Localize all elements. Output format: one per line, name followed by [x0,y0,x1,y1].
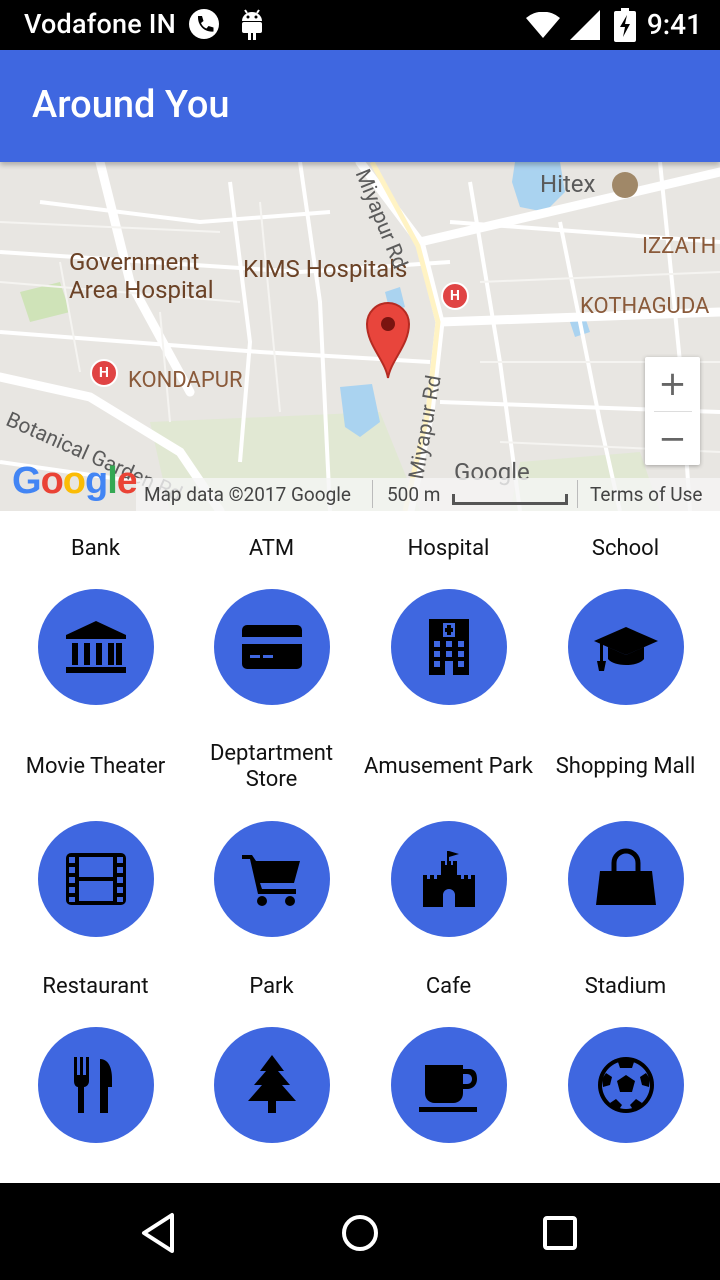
map-scale-label: 500 m [387,483,441,506]
credit-card-icon [241,625,302,669]
attribution-divider [577,480,578,508]
category-button[interactable] [390,821,507,937]
fork-knife-icon [73,1057,112,1113]
map-attribution-bar: Map data ©2017 Google 500 m Terms of Use [136,478,720,511]
category-bank[interactable]: Bank [7,523,184,705]
category-label: Restaurant [42,974,149,999]
category-button[interactable] [390,1027,507,1143]
carrier-name: Vodafone IN [24,8,176,40]
category-button[interactable] [390,589,507,705]
hospital-marker-icon[interactable]: H [441,282,469,310]
category-label: ATM [248,536,295,561]
category-label: Movie Theater [25,754,166,779]
attribution-divider [372,480,373,508]
shopping-bag-icon [595,848,656,905]
navigation-bar [0,1183,720,1280]
category-grid: Bank ATM Hospital School Movie Theater D… [0,511,720,1183]
map-attribution: Map data ©2017 Google [144,483,351,506]
back-icon[interactable] [136,1209,184,1257]
category-button[interactable] [213,821,330,937]
category-amusement-park[interactable]: Amusement Park [360,741,537,937]
category-park[interactable]: Park [183,961,360,1143]
bank-icon [65,621,126,673]
category-department-store[interactable]: Deptartment Store [183,741,360,937]
category-hospital[interactable]: Hospital [360,523,537,705]
hospital-building-icon [428,619,469,675]
battery-charging-icon [614,8,636,42]
home-icon[interactable] [336,1209,384,1257]
category-button[interactable] [213,1027,330,1143]
tree-icon [247,1055,296,1113]
category-button[interactable] [37,821,154,937]
map-label-kothaguda: KOTHAGUDA [580,294,710,319]
category-label: School [591,536,660,561]
category-restaurant[interactable]: Restaurant [7,961,184,1143]
soccer-ball-icon [597,1057,654,1113]
android-icon [240,9,264,41]
category-button[interactable] [213,589,330,705]
category-school[interactable]: School [537,523,714,705]
page-title: Around You [32,83,230,127]
recents-icon[interactable] [536,1209,584,1257]
category-label: Stadium [584,974,667,999]
category-button[interactable] [567,589,684,705]
call-icon [189,9,219,39]
category-shopping-mall[interactable]: Shopping Mall [537,741,714,937]
category-button[interactable] [37,1027,154,1143]
shopping-cart-icon [241,855,300,906]
category-button[interactable] [37,589,154,705]
category-movie-theater[interactable]: Movie Theater [7,741,184,937]
category-label: Hospital [407,536,490,561]
category-button[interactable] [567,821,684,937]
zoom-out-button[interactable]: − [645,412,700,466]
film-icon [65,853,126,905]
landmark-pin-icon [612,172,638,198]
category-button[interactable] [567,1027,684,1143]
clock: 9:41 [646,8,702,41]
category-label: Cafe [425,974,472,999]
category-label: Amusement Park [364,754,533,779]
category-label: Park [249,974,294,999]
wifi-icon [526,11,560,38]
map-label-hitex: Hitex [540,170,596,198]
category-label: Shopping Mall [555,754,696,779]
map-label-government: Government [69,248,200,276]
category-stadium[interactable]: Stadium [537,961,714,1143]
category-atm[interactable]: ATM [183,523,360,705]
graduation-cap-icon [593,627,658,671]
google-logo: Google [12,460,138,502]
map-label-kondapur: KONDAPUR [128,368,243,393]
category-cafe[interactable]: Cafe [360,961,537,1143]
map-label-izzath: IZZATH [642,234,717,259]
terms-of-use-link[interactable]: Terms of Use [590,483,702,506]
status-bar: Vodafone IN 9:41 [0,0,720,50]
zoom-in-button[interactable]: + [645,357,700,411]
map-view[interactable]: Hitex IZZATH KOTHAGUDA Government Area H… [0,162,720,511]
map-scale-bar [452,494,568,505]
map-label-kims: KIMS Hospitals [243,255,408,283]
coffee-cup-icon [418,1065,477,1112]
category-label: Bank [71,536,120,561]
map-label-area-hospital: Area Hospital [69,276,214,304]
location-pin-icon[interactable] [365,300,411,380]
category-label: Deptartment Store [209,741,334,792]
cell-signal-icon [570,10,600,40]
hospital-marker-icon[interactable]: H [90,359,118,387]
zoom-controls: + − [645,357,700,465]
app-bar: Around You [0,50,720,162]
castle-icon [422,851,475,907]
